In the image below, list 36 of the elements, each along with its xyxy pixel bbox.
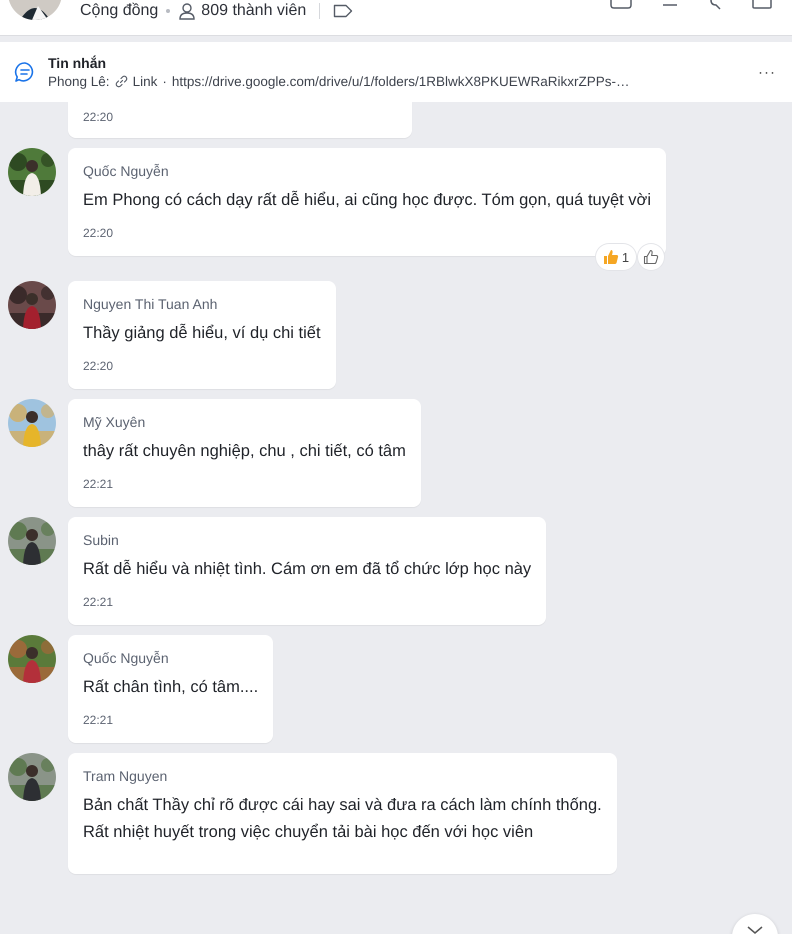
sender-name: Phong Lê: bbox=[48, 74, 110, 89]
message-text: Rất dễ hiểu và nhiệt tình. Cám ơn em đã tổ chức lớp học này bbox=[83, 558, 532, 580]
author-name[interactable]: Tram Nguyen bbox=[83, 768, 168, 784]
author-name[interactable]: Quốc Nguyễn bbox=[83, 650, 169, 666]
message-text: thây rất chuyên nghiệp, chu , chi tiết, có tâm bbox=[83, 441, 406, 462]
chat-icon bbox=[14, 61, 36, 83]
member-count: 809 thành viên bbox=[201, 2, 306, 20]
message-time: 22:21 bbox=[83, 713, 114, 727]
message-time: 22:20 bbox=[83, 226, 114, 240]
link-icon bbox=[114, 75, 128, 88]
message-text: Em Phong có cách dạy rất dễ hiểu, ai cũng học được. Tóm gọn, quá tuyệt vời bbox=[83, 190, 652, 211]
author-name[interactable]: Subin bbox=[83, 532, 119, 548]
group-type: Cộng đồng bbox=[80, 2, 158, 20]
link-url: https://drive.google.com/drive/u/1/folders/1RBlwkX8PKUEWRaRikxrZPPs-… bbox=[172, 74, 630, 89]
like-button[interactable] bbox=[638, 244, 664, 270]
message-time: 22:20 bbox=[83, 110, 114, 124]
pinned-message-bar[interactable]: Tin nhắn Phong Lê: Link · https://drive.google.com/drive/u/1/folders/1RBlwkX8PKUEWRaRikxrZPPs-… ··· bbox=[0, 42, 792, 102]
chevron-down-icon bbox=[747, 926, 763, 934]
more-button[interactable]: ··· bbox=[758, 64, 776, 80]
link-label: Link bbox=[132, 74, 158, 89]
pinned-title: Tin nhắn bbox=[48, 55, 108, 71]
author-name[interactable]: Quốc Nguyễn bbox=[83, 163, 169, 179]
message-text: Rất chân tình, có tâm.... bbox=[83, 677, 258, 698]
reaction-badge[interactable]: 1 bbox=[596, 244, 636, 270]
author-name[interactable]: Nguyen Thi Tuan Anh bbox=[83, 296, 218, 312]
message-time: 22:21 bbox=[83, 595, 114, 609]
message-time: 22:20 bbox=[83, 359, 114, 373]
tag-icon[interactable] bbox=[333, 4, 354, 18]
thumbs-up-icon bbox=[643, 249, 660, 265]
message-time: 22:21 bbox=[83, 477, 114, 491]
author-name[interactable]: Mỹ Xuyên bbox=[83, 414, 146, 430]
message-text: Thầy giảng dễ hiểu, ví dụ chi tiết bbox=[83, 322, 321, 344]
thumbs-up-icon bbox=[602, 249, 619, 265]
separator-dot: · bbox=[162, 74, 167, 89]
message-text: Bản chất Thầy chỉ rõ được cái hay sai và đưa ra cách làm chính thống. Rất nhiệt huyết trong việc chuyển tải bài học đến với học viên bbox=[83, 795, 602, 843]
person-icon bbox=[178, 2, 196, 20]
